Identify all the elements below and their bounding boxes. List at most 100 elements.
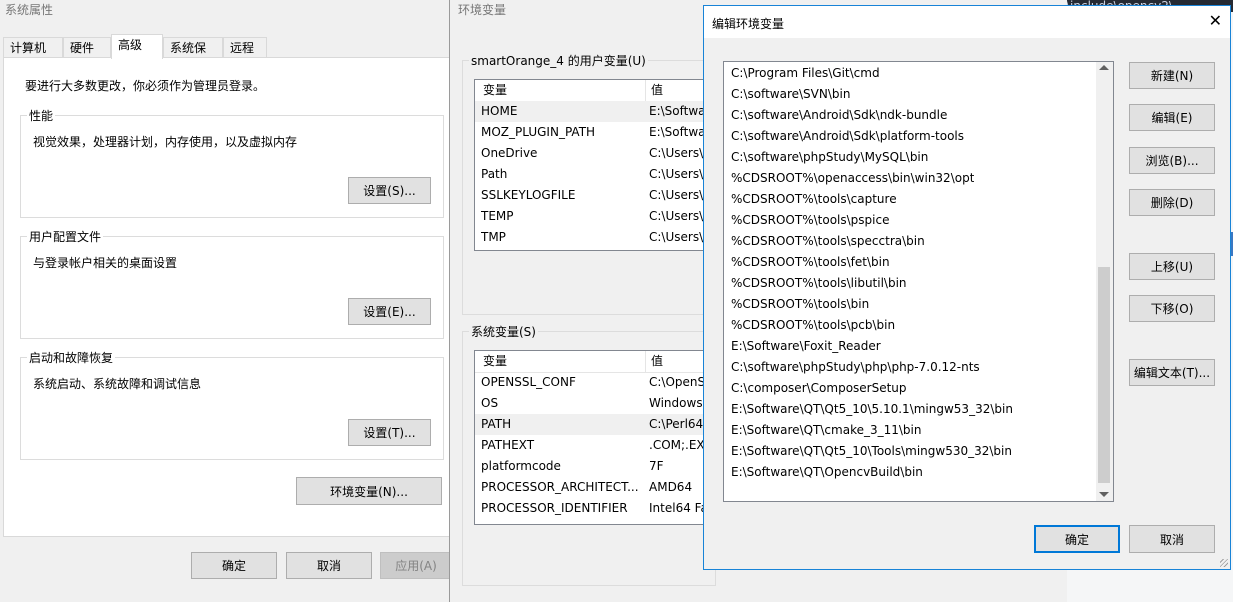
close-icon[interactable]: ✕ — [1209, 12, 1222, 30]
path-entry[interactable]: C:\composer\ComposerSetup — [724, 378, 1096, 399]
path-entry[interactable]: E:\Software\QT\Qt5_10\Tools\mingw530_32\… — [724, 441, 1096, 462]
path-entry[interactable]: C:\software\phpStudy\php\php-7.0.12-nts — [724, 357, 1096, 378]
path-entry[interactable]: E:\Software\QT\OpencvBuild\bin — [724, 462, 1096, 483]
user-variable-row[interactable]: SSLKEYLOGFILE C:\Users\ — [475, 185, 715, 206]
system-variable-row[interactable]: OPENSSL_CONF C:\OpenS — [475, 372, 715, 393]
path-entry-text: %CDSROOT%\tools\specctra\bin — [731, 234, 925, 248]
variable-name: PROCESSOR_ARCHITECT... — [481, 480, 639, 494]
edit-env-titlebar: 编辑环境变量 ✕ — [704, 6, 1230, 38]
path-entry[interactable]: C:\software\SVN\bin — [724, 84, 1096, 105]
tab-advanced[interactable]: 高级 — [111, 34, 163, 59]
startup-recovery-desc: 系统启动、系统故障和调试信息 — [33, 377, 202, 391]
performance-settings-button[interactable]: 设置(S)... — [348, 177, 431, 204]
performance-desc: 视觉效果，处理器计划，内存使用，以及虚拟内存 — [33, 135, 298, 149]
edit-env-title: 编辑环境变量 — [712, 17, 785, 31]
path-entry[interactable]: %CDSROOT%\tools\pcb\bin — [724, 315, 1096, 336]
scroll-up-icon[interactable] — [1099, 65, 1109, 70]
user-variable-row[interactable]: MOZ_PLUGIN_PATH E:\Softwa — [475, 122, 715, 143]
edit-env-ok-button[interactable]: 确定 — [1034, 525, 1120, 553]
user-variables-list[interactable]: 变量 值 HOME E:\Softwa MOZ_PLUGIN_PATH E:\Soft… — [474, 79, 716, 251]
path-entry[interactable]: E:\Software\Foxit_Reader — [724, 336, 1096, 357]
system-variable-row[interactable]: PROCESSOR_IDENTIFIER Intel64 Fa — [475, 498, 715, 519]
col-value[interactable]: 值 — [651, 80, 663, 101]
startup-recovery-settings-button[interactable]: 设置(T)... — [348, 419, 431, 446]
edit-text-button[interactable]: 编辑文本(T)... — [1129, 359, 1215, 386]
variable-name: OneDrive — [481, 146, 538, 160]
path-entry-text: E:\Software\QT\Qt5_10\Tools\mingw530_32\… — [731, 444, 1012, 458]
path-list-scrollbar[interactable] — [1096, 62, 1113, 501]
environment-variables-button[interactable]: 环境变量(N)... — [296, 477, 442, 505]
system-variable-row[interactable]: platformcode 7F — [475, 456, 715, 477]
move-up-button[interactable]: 上移(U) — [1129, 253, 1215, 280]
system-variable-row[interactable]: OS Windows — [475, 393, 715, 414]
path-entry[interactable]: %CDSROOT%\tools\fet\bin — [724, 252, 1096, 273]
system-variable-row[interactable]: PATHEXT .COM;.EX — [475, 435, 715, 456]
path-entry-text: C:\software\Android\Sdk\ndk-bundle — [731, 108, 948, 122]
performance-title: 性能 — [27, 107, 56, 124]
user-variables-title: smartOrange_4 的用户变量(U) — [469, 52, 648, 69]
system-variables-header: 变量 值 — [475, 351, 715, 373]
col-value[interactable]: 值 — [651, 351, 663, 372]
path-entry[interactable]: %CDSROOT%\openaccess\bin\win32\opt — [724, 168, 1096, 189]
user-variable-row[interactable]: Path C:\Users\ — [475, 164, 715, 185]
scroll-thumb[interactable] — [1098, 267, 1110, 483]
user-variable-row[interactable]: TEMP C:\Users\ — [475, 206, 715, 227]
variable-name: TEMP — [481, 209, 514, 223]
system-variables-title: 系统变量(S) — [469, 323, 538, 340]
tab-remote[interactable]: 远程 — [223, 37, 267, 58]
edit-button[interactable]: 编辑(E) — [1129, 104, 1215, 131]
tab-hardware[interactable]: 硬件 — [63, 37, 111, 58]
path-entry[interactable]: E:\Software\QT\cmake_3_11\bin — [724, 420, 1096, 441]
delete-button[interactable]: 删除(D) — [1129, 189, 1215, 216]
path-entry[interactable]: E:\Software\QT\Qt5_10\5.10.1\mingw53_32\… — [724, 399, 1096, 420]
path-entry-text: %CDSROOT%\tools\pcb\bin — [731, 318, 896, 332]
system-variable-row[interactable]: PROCESSOR_ARCHITECT... AMD64 — [475, 477, 715, 498]
user-profiles-settings-button[interactable]: 设置(E)... — [348, 298, 431, 325]
user-variable-row[interactable]: OneDrive C:\Users\ — [475, 143, 715, 164]
tab-system-protection[interactable]: 系统保护 — [163, 37, 223, 76]
path-entry-text: E:\Software\QT\cmake_3_11\bin — [731, 423, 922, 437]
variable-name: OS — [481, 396, 499, 410]
path-entry-text: %CDSROOT%\tools\fet\bin — [731, 255, 890, 269]
advanced-tab-panel: 要进行大多数更改，你必须作为管理员登录。 性能 视觉效果，处理器计划，内存使用，… — [3, 57, 452, 537]
path-entries-list[interactable]: C:\Program Files\Git\cmd C:\software\SVN\… — [723, 61, 1114, 502]
user-variable-row[interactable]: HOME E:\Softwa — [475, 101, 715, 122]
variable-name: Path — [481, 167, 508, 181]
path-entry[interactable]: %CDSROOT%\tools\pspice — [724, 210, 1096, 231]
variable-name: SSLKEYLOGFILE — [481, 188, 576, 202]
tab-computer-name[interactable]: 计算机名 — [3, 37, 63, 76]
system-variables-list[interactable]: 变量 值 OPENSSL_CONF C:\OpenS OS Windows PATH C:… — [474, 350, 716, 525]
admin-note: 要进行大多数更改，你必须作为管理员登录。 — [25, 79, 266, 93]
system-variable-row[interactable]: PATH C:\Perl64 — [475, 414, 715, 435]
envvars-title: 环境变量 — [458, 3, 507, 17]
new-button[interactable]: 新建(N) — [1129, 62, 1215, 89]
path-entry[interactable]: %CDSROOT%\tools\libutil\bin — [724, 273, 1096, 294]
path-entry[interactable]: %CDSROOT%\tools\specctra\bin — [724, 231, 1096, 252]
sysprops-cancel-button[interactable]: 取消 — [286, 552, 372, 579]
variable-name: MOZ_PLUGIN_PATH — [481, 125, 596, 139]
variable-name: PATHEXT — [481, 438, 535, 452]
scroll-down-icon[interactable] — [1099, 492, 1109, 497]
resize-grip[interactable] — [1220, 559, 1228, 567]
user-variable-row[interactable]: TMP C:\Users\ — [475, 227, 715, 248]
path-entry-text: C:\software\phpStudy\php\php-7.0.12-nts — [731, 360, 980, 374]
path-entry-text: C:\software\phpStudy\MySQL\bin — [731, 150, 929, 164]
move-down-button[interactable]: 下移(O) — [1129, 295, 1215, 322]
path-entry[interactable]: C:\software\Android\Sdk\platform-tools — [724, 126, 1096, 147]
col-variable[interactable]: 变量 — [483, 80, 507, 101]
path-entry-text: %CDSROOT%\tools\libutil\bin — [731, 276, 907, 290]
path-entry-text: E:\Software\QT\OpencvBuild\bin — [731, 465, 923, 479]
col-variable[interactable]: 变量 — [483, 351, 507, 372]
browse-button[interactable]: 浏览(B)... — [1129, 147, 1215, 174]
path-entry[interactable]: %CDSROOT%\tools\bin — [724, 294, 1096, 315]
path-entry[interactable]: %CDSROOT%\tools\capture — [724, 189, 1096, 210]
edit-env-cancel-button[interactable]: 取消 — [1129, 525, 1215, 553]
user-profiles-title: 用户配置文件 — [27, 228, 104, 245]
variable-name: HOME — [481, 104, 518, 118]
sysprops-apply-button[interactable]: 应用(A) — [380, 552, 452, 579]
user-profiles-desc: 与登录帐户相关的桌面设置 — [33, 256, 178, 270]
sysprops-ok-button[interactable]: 确定 — [191, 552, 277, 579]
path-entry[interactable]: C:\software\Android\Sdk\ndk-bundle — [724, 105, 1096, 126]
path-entry[interactable]: C:\Program Files\Git\cmd — [724, 63, 1096, 84]
path-entry[interactable]: C:\software\phpStudy\MySQL\bin — [724, 147, 1096, 168]
